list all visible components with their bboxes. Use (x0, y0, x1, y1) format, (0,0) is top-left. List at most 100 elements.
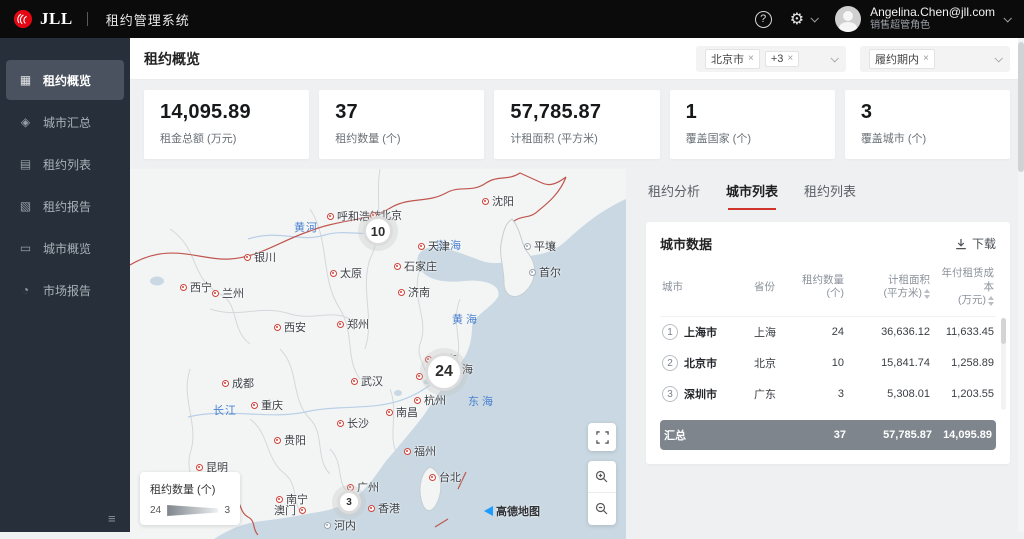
sidebar-items: ▦租约概览 ◈ 城市汇总 ▤租约列表▧租约报告▭城市概览◔市场报告 (0, 60, 130, 310)
table-row-深圳市[interactable]: 3深圳市广东35,308.011,203.55 (660, 379, 996, 410)
map-cluster-24[interactable]: 24 (425, 353, 463, 391)
city-label: 台北 (439, 469, 461, 485)
sort-desc-icon[interactable] (988, 302, 994, 306)
city-marker-icon (394, 263, 401, 270)
sidebar-collapse-icon[interactable]: ≡ (108, 511, 116, 526)
rank-badge: 2 (662, 355, 678, 371)
map-city-济南: 济南 (398, 284, 430, 300)
map-city-石家庄: 石家庄 (394, 258, 437, 274)
remove-tag-icon[interactable]: × (748, 53, 754, 64)
map-zoom-in-button[interactable] (588, 461, 616, 493)
city-label: 济南 (408, 284, 430, 300)
city-marker-icon (418, 243, 425, 250)
filter-tag[interactable]: 履约期内× (869, 49, 935, 69)
city-label: 杭州 (424, 392, 446, 408)
sidebar-item-租约列表[interactable]: ▤租约列表 (6, 144, 124, 184)
city-label: 重庆 (261, 397, 283, 413)
city-label: 天津 (428, 238, 450, 254)
table-row-北京市[interactable]: 2北京市北京1015,841.741,258.89 (660, 348, 996, 379)
city-label: 广州 (357, 479, 379, 495)
page-bar: 租约概览 北京市×+3×履约期内× (130, 38, 1024, 80)
city-label: 西宁 (190, 279, 212, 295)
map-city-重庆: 重庆 (251, 397, 283, 413)
city-label: 郑州 (347, 316, 369, 332)
sort-desc-icon[interactable] (924, 295, 930, 299)
table-row-上海市[interactable]: 1上海市上海2436,636.1211,633.45 (660, 317, 996, 348)
download-icon (955, 238, 967, 250)
legend-min: 3 (224, 505, 230, 516)
tab-租约列表[interactable]: 租约列表 (804, 181, 856, 210)
period-filter[interactable]: 履约期内× (860, 46, 1010, 72)
sort-icon[interactable] (924, 289, 930, 299)
sort-asc-icon[interactable] (988, 296, 994, 300)
user-menu[interactable]: Angelina.Chen@jll.com 销售超管角色 (835, 5, 1010, 33)
sidebar-item-城市概览[interactable]: ▭城市概览 (6, 228, 124, 268)
map-zoom-out-button[interactable] (588, 493, 616, 525)
map-fullscreen-button[interactable] (588, 423, 616, 451)
app-header: JLL 租约管理系统 ? ⚙ Angelina.Chen@jll.com 销售超… (0, 0, 1024, 38)
chevron-down-icon (994, 54, 1002, 62)
stat-card-计租面积 (平方米): 57,785.87计租面积 (平方米) (494, 90, 659, 159)
sidebar-item-城市汇总[interactable]: ◈ 城市汇总 (6, 102, 124, 142)
column-header-租约数量: 租约数量(个) (798, 274, 846, 301)
stat-label: 租金总额 (万元) (160, 130, 293, 146)
city-marker-icon (482, 198, 489, 205)
city-data-card: 城市数据 下载 城市省份租约数量(个)计租面积(平方米)年付租赁成本(万元) 1… (646, 222, 1010, 464)
water-label-东海: 东海 (468, 393, 496, 409)
tab-城市列表[interactable]: 城市列表 (726, 181, 778, 210)
province-cell: 上海 (752, 324, 798, 340)
city-marker-icon (196, 464, 203, 471)
column-header-年付租赁成本[interactable]: 年付租赁成本(万元) (932, 267, 996, 308)
page-scrollbar[interactable] (1018, 38, 1024, 532)
city-label: 澳门 (274, 502, 296, 518)
sidebar-item-租约概览[interactable]: ▦租约概览 (6, 60, 124, 100)
tab-租约分析[interactable]: 租约分析 (648, 181, 700, 210)
amap-logo-icon (484, 506, 493, 516)
download-button[interactable]: 下载 (955, 235, 996, 252)
city-marker-icon (330, 270, 337, 277)
column-header-省份: 省份 (752, 281, 798, 295)
sidebar-item-租约报告[interactable]: ▧租约报告 (6, 186, 124, 226)
map-legend: 租约数量 (个) 24 3 (140, 472, 240, 525)
stat-label: 覆盖城市 (个) (861, 130, 994, 146)
column-header-计租面积[interactable]: 计租面积(平方米) (846, 274, 932, 301)
city-marker-icon (244, 254, 251, 261)
map-city-太原: 太原 (330, 265, 362, 281)
gear-icon[interactable]: ⚙ (790, 9, 804, 29)
attribution-text: 高德地图 (496, 503, 540, 519)
sidebar-item-label: 城市汇总 (43, 114, 91, 131)
summary-count: 37 (800, 429, 848, 441)
city-name: 北京市 (684, 355, 717, 371)
map-city-天津: 天津 (418, 238, 450, 254)
city-summary-icon: ◈ (18, 115, 33, 129)
remove-tag-icon[interactable]: × (923, 53, 929, 64)
city-marker-icon (222, 380, 229, 387)
city-label: 福州 (414, 443, 436, 459)
filter-tag[interactable]: +3× (765, 51, 799, 67)
remove-tag-icon[interactable]: × (787, 53, 793, 64)
table-scrollbar[interactable] (1001, 318, 1006, 410)
legend-title: 租约数量 (个) (150, 481, 230, 497)
china-map[interactable]: 黄河渤海黄海东海长江呼和浩特北京天津石家庄太原济南银川西宁兰州西安郑州沈阳南京合… (130, 169, 626, 539)
sidebar-item-市场报告[interactable]: ◔市场报告 (6, 270, 124, 310)
sort-asc-icon[interactable] (924, 289, 930, 293)
user-role: 销售超管角色 (870, 20, 995, 33)
settings-menu[interactable]: ⚙ (790, 9, 817, 29)
map-city-贵阳: 贵阳 (274, 432, 306, 448)
city-marker-icon (524, 243, 531, 250)
map-city-武汉: 武汉 (351, 373, 383, 389)
right-panel: 租约分析城市列表租约列表 城市数据 下载 城市省份租约数量(个)计租面积(平方米… (626, 169, 1024, 539)
map-cluster-3[interactable]: 3 (337, 490, 361, 514)
city-label: 石家庄 (404, 258, 437, 274)
help-icon[interactable]: ? (755, 11, 772, 28)
map-city-西宁: 西宁 (180, 279, 212, 295)
filter-tag[interactable]: 北京市× (705, 49, 760, 69)
stat-label: 计租面积 (平方米) (510, 130, 643, 146)
rank-badge: 1 (662, 324, 678, 340)
sort-icon[interactable] (988, 296, 994, 306)
map-cluster-10[interactable]: 10 (363, 216, 393, 246)
city-name: 深圳市 (684, 386, 717, 402)
city-marker-icon (386, 409, 393, 416)
count-cell: 3 (798, 388, 846, 400)
city-filter[interactable]: 北京市× +3× (696, 46, 846, 72)
